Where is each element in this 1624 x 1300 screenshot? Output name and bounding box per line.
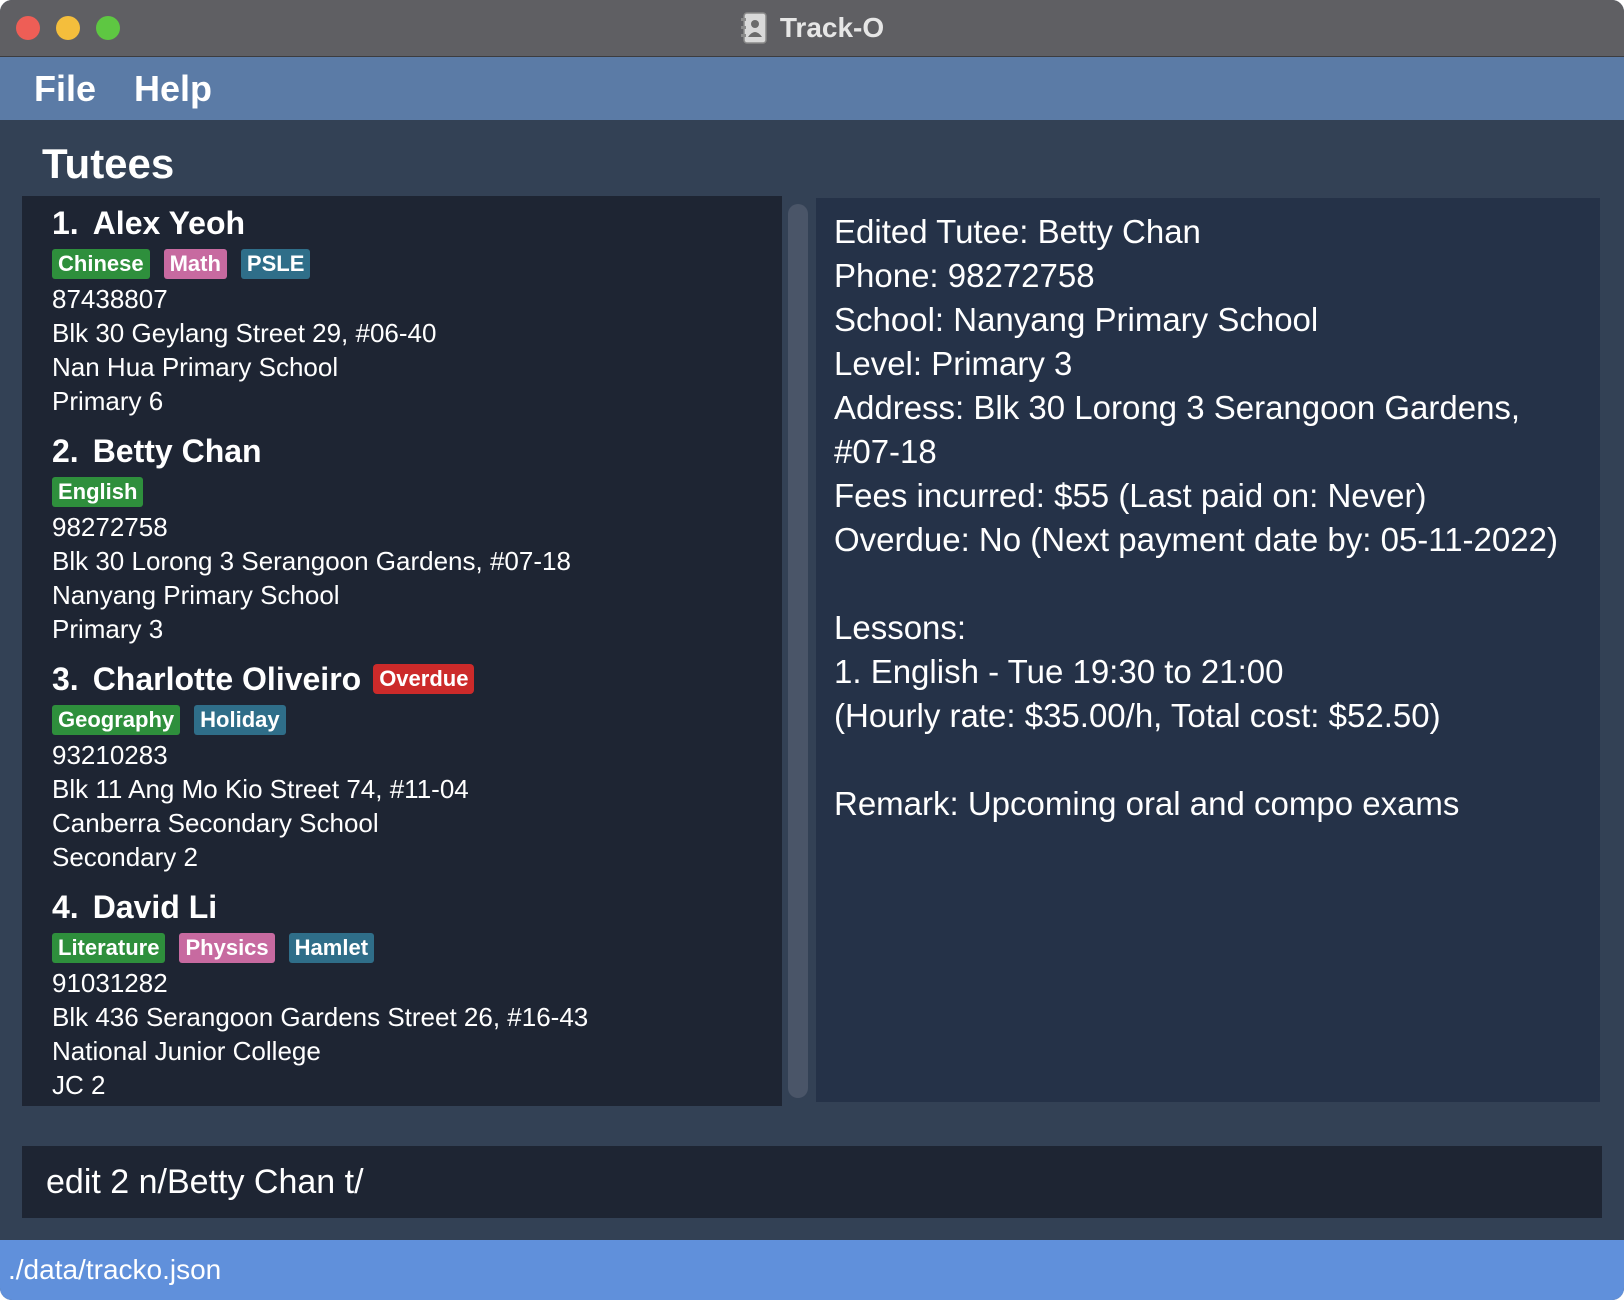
tutee-school: Nan Hua Primary School [52, 352, 339, 382]
detail-line: Lessons: [834, 609, 967, 646]
tag: Hamlet [288, 933, 375, 963]
command-input-value: edit 2 n/Betty Chan t/ [46, 1162, 364, 1201]
tutee-school: National Junior College [52, 1036, 321, 1066]
detail-line: Phone: 98272758 [834, 257, 1095, 294]
tutee-level: Primary 6 [52, 386, 164, 416]
tag: Math [163, 249, 227, 279]
tutee-index: 1. [52, 204, 79, 241]
tutee-card[interactable]: 1. Alex Yeoh Chinese Math PSLE 87438807 … [52, 202, 436, 418]
title-bar: Track-O [0, 0, 1624, 57]
menu-file[interactable]: File [34, 68, 96, 110]
command-input[interactable]: edit 2 n/Betty Chan t/ [22, 1146, 1602, 1218]
tutee-school: Nanyang Primary School [52, 580, 340, 610]
detail-line: (Hourly rate: $35.00/h, Total cost: $52.… [834, 697, 1441, 734]
tutee-name: Alex Yeoh [92, 204, 246, 241]
tutee-card[interactable]: 2. Betty Chan English 98272758 Blk 30 Lo… [52, 430, 571, 646]
tutee-index: 3. [52, 660, 79, 697]
tutee-index: 4. [52, 888, 79, 925]
status-bar: ./data/tracko.json [0, 1240, 1624, 1300]
detail-line: Edited Tutee: Betty Chan [834, 213, 1201, 250]
detail-line: #07-18 [834, 433, 937, 470]
tutee-address: Blk 30 Lorong 3 Serangoon Gardens, #07-1… [52, 546, 571, 576]
tutee-card[interactable]: 3. Charlotte Oliveiro Overdue Geography … [52, 658, 475, 874]
tutee-address: Blk 30 Geylang Street 29, #06-40 [52, 318, 437, 348]
detail-line: Overdue: No (Next payment date by: 05-11… [834, 521, 1558, 558]
detail-line [834, 562, 1582, 606]
list-scrollbar[interactable] [788, 204, 808, 1098]
tag: Holiday [194, 705, 286, 735]
tutee-card[interactable]: 4. David Li Literature Physics Hamlet 91… [52, 886, 588, 1102]
section-title: Tutees [42, 140, 175, 187]
tutee-school: Canberra Secondary School [52, 808, 379, 838]
tutee-phone: 93210283 [52, 740, 168, 770]
data-file-path: ./data/tracko.json [8, 1254, 222, 1285]
address-book-icon [740, 12, 767, 44]
tutee-address: Blk 11 Ang Mo Kio Street 74, #11-04 [52, 774, 469, 804]
window-title-group: Track-O [0, 0, 1624, 56]
tag: PSLE [240, 249, 311, 279]
tutee-phone: 91031282 [52, 968, 168, 998]
tutee-phone: 98272758 [52, 512, 168, 542]
detail-line: Fees incurred: $55 (Last paid on: Never) [834, 477, 1427, 514]
tutee-list[interactable]: 1. Alex Yeoh Chinese Math PSLE 87438807 … [22, 196, 782, 1106]
tutee-address: Blk 436 Serangoon Gardens Street 26, #16… [52, 1002, 589, 1032]
tag: Geography [52, 705, 181, 735]
menu-help[interactable]: Help [134, 68, 212, 110]
tutee-index: 2. [52, 432, 79, 469]
tag: Physics [179, 933, 275, 963]
tag: English [52, 477, 144, 507]
tutee-name: David Li [92, 888, 218, 925]
tutee-level: Secondary 2 [52, 842, 198, 872]
detail-line: Level: Primary 3 [834, 345, 1073, 382]
detail-line: School: Nanyang Primary School [834, 301, 1319, 338]
detail-line: Remark: Upcoming oral and compo exams [834, 785, 1460, 822]
detail-line: 1. English - Tue 19:30 to 21:00 [834, 653, 1284, 690]
overdue-badge: Overdue [373, 664, 475, 694]
tutee-name: Charlotte Oliveiro [92, 660, 362, 697]
window-title: Track-O [779, 12, 885, 43]
app-window: Track-O File Help Tutees 1. Alex Yeoh Ch… [0, 0, 1624, 1300]
menu-bar: File Help [0, 57, 1624, 120]
tutee-name: Betty Chan [92, 432, 262, 469]
detail-line: Address: Blk 30 Lorong 3 Serangoon Garde… [834, 389, 1521, 426]
tutee-phone: 87438807 [52, 284, 168, 314]
tutee-level: JC 2 [52, 1070, 106, 1100]
tutee-detail-panel: Edited Tutee: Betty Chan Phone: 98272758… [816, 198, 1600, 1102]
detail-line [834, 738, 1582, 782]
tutee-level: Primary 3 [52, 614, 164, 644]
tag: Literature [52, 933, 166, 963]
tag: Chinese [52, 249, 150, 279]
